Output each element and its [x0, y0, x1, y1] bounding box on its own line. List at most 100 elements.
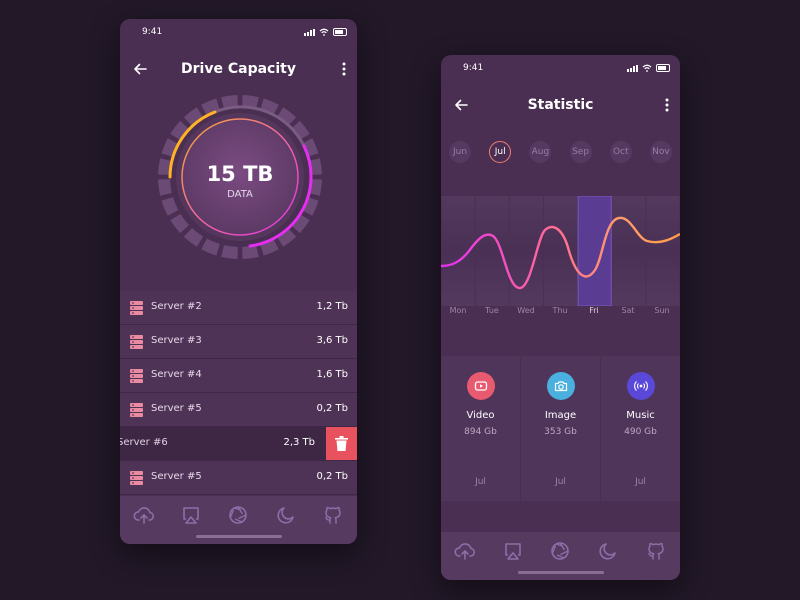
moon-icon[interactable] [597, 540, 619, 562]
server-row[interactable]: Server #5 0,2 Tb [120, 461, 357, 495]
github-icon[interactable] [322, 504, 344, 526]
bottom-nav [120, 496, 357, 544]
server-size: 1,2 Tb [316, 301, 348, 312]
server-icon [130, 471, 143, 485]
weekday-label: Tue [485, 306, 499, 315]
stat-label: Video [466, 410, 495, 421]
airplay-icon[interactable] [180, 504, 202, 526]
weekly-chart [441, 196, 680, 306]
server-size: 1,6 Tb [316, 369, 348, 380]
status-bar: 9:41 [441, 55, 680, 81]
stat-value: 353 Gb [544, 427, 577, 437]
month-pill[interactable]: Jun [449, 141, 471, 163]
server-icon [130, 335, 143, 349]
server-name: Server #3 [151, 335, 202, 346]
app-header: Statistic [441, 91, 680, 121]
server-size: 3,6 Tb [316, 335, 348, 346]
server-size: 0,2 Tb [316, 471, 348, 482]
server-row[interactable]: Server #4 1,6 Tb [120, 359, 357, 393]
page-title: Statistic [527, 97, 594, 113]
video-badge [466, 372, 495, 400]
stat-month: Jul [555, 477, 566, 487]
stat-card-music[interactable]: Music 490 Gb Jul [601, 356, 680, 501]
stat-month: Jul [475, 477, 486, 487]
month-pill-selected[interactable]: Jul [489, 141, 512, 163]
server-size: 0,2 Tb [316, 403, 348, 414]
image-badge [546, 372, 575, 400]
media-stats: Video 894 Gb Jul Image 353 Gb Jul Music … [441, 356, 680, 501]
stat-month: Jul [635, 477, 646, 487]
stat-value: 894 Gb [464, 427, 497, 437]
server-list: Server #2 1,2 Tb Server #3 3,6 Tb Server… [120, 291, 357, 495]
statistic-screen: 9:41 Statistic Jun Jul Aug Sep Oct Nov M… [441, 55, 680, 580]
server-name: Server #2 [151, 301, 202, 312]
airplay-icon[interactable] [502, 540, 524, 562]
server-icon [130, 369, 143, 383]
delete-button[interactable] [326, 427, 357, 460]
more-vertical-icon[interactable] [341, 61, 347, 77]
month-selector: Jun Jul Aug Sep Oct Nov [449, 141, 672, 163]
broadcast-icon [633, 381, 648, 391]
battery-icon [333, 28, 347, 36]
server-row[interactable]: Server #3 3,6 Tb [120, 325, 357, 359]
stat-label: Image [544, 410, 577, 421]
server-size: 2,3 Tb [283, 437, 315, 448]
status-icons [304, 28, 347, 36]
gauge-segment [201, 238, 220, 256]
chart-column[interactable] [475, 196, 509, 306]
aperture-icon[interactable] [227, 504, 249, 526]
server-name: Server #6 [120, 437, 168, 448]
chart-columns [441, 196, 680, 306]
wifi-icon [319, 28, 329, 36]
weekday-label: Sun [654, 306, 670, 315]
status-icons [627, 64, 670, 72]
chart-column[interactable] [543, 196, 578, 306]
cloud-upload-icon[interactable] [454, 540, 476, 562]
signal-icon [627, 64, 638, 72]
month-pill[interactable]: Sep [569, 141, 592, 163]
more-vertical-icon[interactable] [664, 97, 670, 113]
video-icon [474, 381, 487, 391]
gauge-segment [170, 213, 190, 234]
chart-column-selected[interactable] [577, 196, 612, 306]
cloud-upload-icon[interactable] [133, 504, 155, 526]
gauge-value: 15 TB [207, 162, 274, 186]
wifi-icon [642, 64, 652, 72]
stat-card-image[interactable]: Image 353 Gb Jul [521, 356, 600, 501]
aperture-icon[interactable] [549, 540, 571, 562]
chart-column[interactable] [646, 196, 680, 306]
battery-icon [656, 64, 670, 72]
stat-value: 490 Gb [624, 427, 657, 437]
month-pill[interactable]: Nov [649, 141, 672, 163]
moon-icon[interactable] [275, 504, 297, 526]
chart-column[interactable] [612, 196, 646, 306]
server-row-swiped[interactable]: Server #6 2,3 Tb [120, 427, 357, 461]
camera-icon [554, 381, 567, 392]
server-name: Server #4 [151, 369, 202, 380]
month-pill[interactable]: Oct [609, 141, 632, 163]
gauge-unit: DATA [227, 189, 253, 200]
server-icon [130, 403, 143, 417]
server-name: Server #5 [151, 471, 202, 482]
weekday-label-selected: Fri [589, 306, 599, 315]
server-row[interactable]: Server #2 1,2 Tb [120, 291, 357, 325]
drive-capacity-screen: 9:41 Drive Capacity 15 TB DATA Server #2… [120, 19, 357, 544]
status-time: 9:41 [463, 63, 484, 73]
stat-card-video[interactable]: Video 894 Gb Jul [441, 356, 520, 501]
home-indicator [195, 535, 282, 538]
gauge-segment [221, 245, 238, 259]
weekday-label: Wed [517, 306, 535, 315]
github-icon[interactable] [645, 540, 667, 562]
signal-icon [304, 28, 315, 36]
month-pill[interactable]: Aug [529, 141, 552, 163]
weekday-axis: Mon Tue Wed Thu Fri Sat Sun [441, 304, 680, 318]
server-icon [130, 301, 143, 315]
home-indicator [517, 571, 604, 574]
music-badge [626, 372, 655, 400]
server-name: Server #5 [151, 403, 202, 414]
page-title: Drive Capacity [181, 61, 296, 77]
status-bar: 9:41 [120, 19, 357, 45]
gauge-segment [158, 179, 172, 196]
trash-icon [335, 436, 348, 451]
server-row[interactable]: Server #5 0,2 Tb [120, 393, 357, 427]
